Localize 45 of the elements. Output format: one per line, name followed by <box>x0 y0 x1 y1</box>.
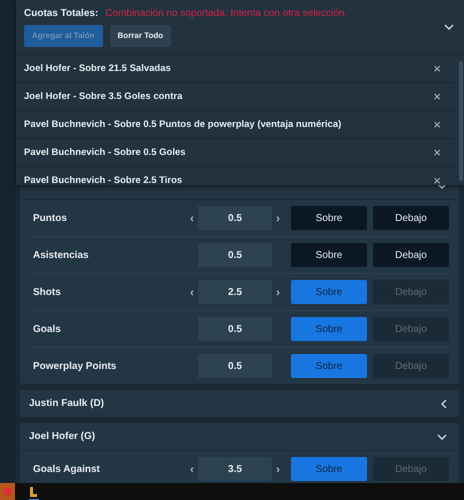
player-name: Joel Hofer (G) <box>29 431 96 442</box>
selection-text: Pavel Buchnevich - Sobre 0.5 Puntos de powerplay (ventaja numérica) <box>24 119 342 130</box>
line-value: 0.5 <box>198 354 272 378</box>
selection-text: Joel Hofer - Sobre 21.5 Salvadas <box>24 63 171 74</box>
line-value: 2.5 <box>198 280 272 304</box>
bet-option-button[interactable]: Sobre <box>291 457 367 481</box>
chevron-left-icon[interactable] <box>441 398 447 408</box>
decrease-button[interactable]: ‹ <box>190 211 194 225</box>
chevron-down-icon[interactable] <box>437 182 447 188</box>
bet-option-button[interactable]: Sobre <box>291 280 367 304</box>
market-label: Puntos <box>32 212 68 224</box>
selection-text: Pavel Buchnevich - Sobre 2.5 Tiros <box>24 175 182 185</box>
error-message: Combinación no soportada. Intenta con otra selección. <box>105 8 348 18</box>
chevron-down-icon[interactable] <box>437 434 447 440</box>
increase-button[interactable]: › <box>276 462 280 476</box>
line-value: 0.5 <box>198 243 272 267</box>
market-label: Powerplay Points <box>32 360 118 372</box>
market-label: Shots <box>32 286 62 298</box>
market-label: Asistencias <box>32 250 90 260</box>
remove-button[interactable]: × <box>433 173 441 185</box>
market-label: Goals <box>32 324 62 334</box>
bet-option-button[interactable]: Debajo <box>373 206 449 230</box>
total-odds-label: Cuotas Totales: <box>24 8 98 18</box>
remove-button[interactable]: × <box>433 61 441 76</box>
player-name: Justin Faulk (D) <box>29 398 104 409</box>
line-value: 0.5 <box>198 206 272 230</box>
remove-button[interactable]: × <box>433 117 441 132</box>
line-value: 3.5 <box>198 457 272 481</box>
line-value: 0.5 <box>198 317 272 341</box>
increase-button[interactable]: › <box>276 285 280 299</box>
bet-option-button[interactable]: Debajo <box>373 243 449 267</box>
decrease-button[interactable]: ‹ <box>190 285 194 299</box>
remove-button[interactable]: × <box>433 89 441 104</box>
chevron-down-icon[interactable] <box>444 24 454 30</box>
bet-option-button[interactable]: Sobre <box>291 354 367 378</box>
remove-button[interactable]: × <box>433 145 441 160</box>
bet-option-button[interactable]: Sobre <box>291 243 367 267</box>
bet-option-button[interactable]: Sobre <box>291 206 367 230</box>
increase-button[interactable]: › <box>276 211 280 225</box>
decrease-button[interactable]: ‹ <box>190 462 194 476</box>
market-label: Goals Against <box>32 464 101 474</box>
selection-text: Joel Hofer - Sobre 3.5 Goles contra <box>24 91 182 102</box>
bet-option-button[interactable]: Sobre <box>291 317 367 341</box>
clear-all-button[interactable]: Borrar Todo <box>110 24 172 46</box>
selection-text: Pavel Buchnevich - Sobre 0.5 Goles <box>24 147 186 158</box>
